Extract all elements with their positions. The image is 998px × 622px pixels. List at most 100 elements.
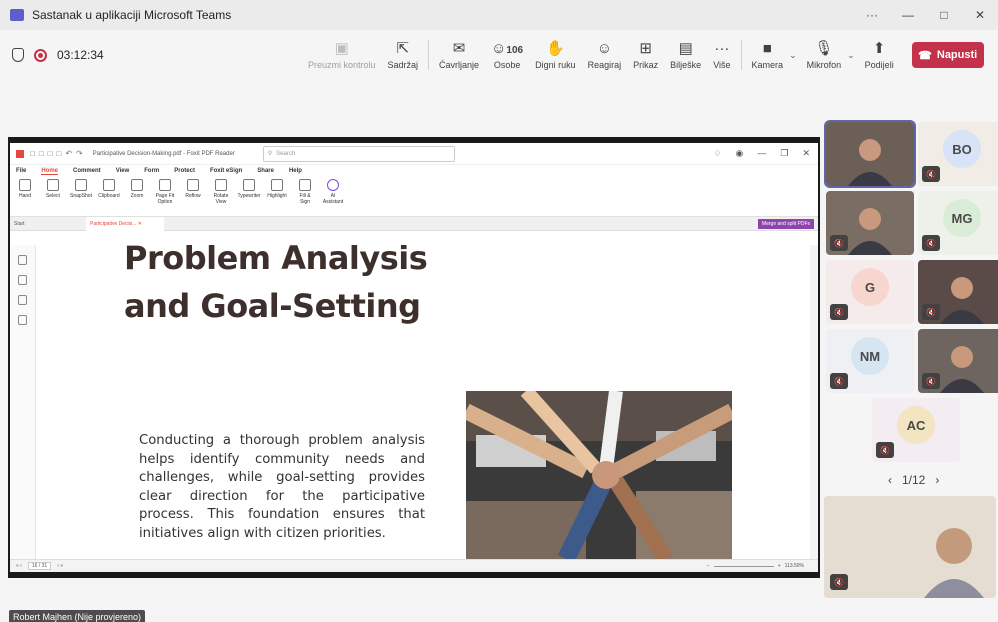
teamwork-photo: [466, 391, 732, 559]
people-button[interactable]: ☺106 Osobe: [485, 33, 529, 77]
nav-first-prev-icon[interactable]: « ‹: [16, 563, 22, 569]
merge-split-button[interactable]: Merge and split PDFs: [757, 218, 814, 229]
pager-next-icon[interactable]: ›: [935, 473, 939, 487]
participant-tile[interactable]: [824, 120, 916, 188]
participant-tile[interactable]: AC 🔇: [872, 398, 960, 462]
camera-button[interactable]: ■ Kamera: [746, 33, 790, 77]
leave-button[interactable]: ☎ Napusti: [911, 42, 984, 68]
more-button[interactable]: ··· Više: [707, 33, 736, 77]
foxit-menu-item[interactable]: File: [16, 168, 26, 174]
presenter-name: Robert Majhen (Nije provjereno): [13, 612, 142, 622]
foxit-menu: File Home Comment View Form Protect Foxit eSig…: [10, 165, 818, 177]
ribbon-button[interactable]: Typewriter: [237, 179, 261, 199]
mic-muted-icon: 🔇: [922, 304, 940, 320]
shared-screen: □□□□↶↷ Participative Decision-Making.pdf…: [8, 137, 820, 578]
ribbon-button[interactable]: AI Assistant: [322, 179, 344, 205]
foxit-ribbon: Hand Select SnapShot Clipboard Zoom Page Fit …: [10, 177, 818, 217]
close-button[interactable]: ✕: [962, 8, 998, 22]
ribbon-button[interactable]: Select: [42, 179, 64, 199]
ribbon-label: Reflow: [185, 193, 201, 199]
slide-heading-line1: Problem Analysis: [124, 245, 428, 277]
foxit-minimize-icon[interactable]: —: [757, 148, 766, 159]
foxit-menu-item[interactable]: Foxit eSign: [210, 168, 242, 174]
participant-tile[interactable]: MG 🔇: [918, 191, 998, 255]
mic-muted-icon: 🔇: [830, 373, 848, 389]
minimize-button[interactable]: —: [890, 8, 926, 22]
mic-muted-icon: 🎙: [814, 40, 834, 57]
foxit-search[interactable]: ⚲ Search: [262, 145, 455, 162]
zoom-out-icon[interactable]: −: [707, 563, 710, 569]
content-button[interactable]: ⇱ Sadržaj: [382, 33, 425, 77]
ribbon-button[interactable]: Reflow: [182, 179, 204, 199]
ribbon-button[interactable]: Hand: [14, 179, 36, 199]
ribbon-button[interactable]: Zoom: [126, 179, 148, 199]
ribbon-button[interactable]: Page Fit Option: [154, 179, 176, 205]
chat-label: Ćavrljanje: [439, 60, 480, 70]
camera-options-chevron-icon[interactable]: ⌄: [789, 50, 797, 61]
mic-muted-icon: 🔇: [922, 166, 940, 182]
bell-icon[interactable]: ♢: [713, 148, 721, 159]
ribbon-tool-icon: [243, 179, 255, 191]
zoom-control[interactable]: − + 113.50%: [707, 563, 804, 569]
ribbon-button[interactable]: Highlight: [266, 179, 288, 199]
react-label: Reagiraj: [587, 60, 622, 70]
participant-tile[interactable]: BO 🔇: [918, 122, 998, 186]
react-button[interactable]: ☺ Reagiraj: [582, 33, 628, 77]
zoom-value[interactable]: 113.50%: [785, 563, 804, 569]
participant-video: [848, 139, 892, 186]
foxit-menu-item[interactable]: Home: [41, 168, 59, 175]
notes-button[interactable]: ▤ Bilješke: [664, 33, 707, 77]
zoom-in-icon[interactable]: +: [778, 563, 781, 569]
foxit-menu-item[interactable]: View: [116, 168, 130, 174]
nav-next-last-icon[interactable]: › »: [57, 563, 63, 569]
ribbon-label: Hand: [19, 193, 31, 199]
ribbon-button[interactable]: Fill & Sign: [294, 179, 316, 205]
participant-tile[interactable]: NM 🔇: [826, 329, 914, 393]
view-button[interactable]: ⊞ Prikaz: [627, 33, 664, 77]
participant-tile[interactable]: 🔇: [918, 329, 998, 393]
ribbon-button[interactable]: SnapShot: [70, 179, 92, 199]
attachment-icon[interactable]: [18, 315, 27, 325]
foxit-menu-item[interactable]: Comment: [73, 168, 101, 174]
raise-hand-button[interactable]: ✋ Digni ruku: [529, 33, 582, 77]
foxit-menu-item[interactable]: Protect: [174, 168, 195, 174]
account-icon[interactable]: ◉: [736, 148, 744, 159]
mic-label: Mikrofon: [806, 60, 842, 70]
foxit-menu-item[interactable]: Form: [144, 168, 159, 174]
pager-prev-icon[interactable]: ‹: [888, 473, 892, 487]
pdf-vertical-scrollbar[interactable]: [810, 245, 818, 559]
grid-icon: ⊞: [639, 40, 652, 57]
foxit-menu-item[interactable]: Share: [257, 168, 274, 174]
ribbon-button[interactable]: Rotate View: [210, 179, 232, 205]
pdf-page: Problem Analysis and Goal-Setting Conduc…: [40, 245, 810, 559]
more-label: Više: [713, 60, 731, 70]
foxit-tabs: Start Participative Decisi... ✕ Merge an…: [10, 216, 818, 231]
gallery-pager: ‹ 1/12 ›: [888, 473, 939, 487]
foxit-menu-item[interactable]: Help: [289, 168, 302, 174]
participant-tile[interactable]: G 🔇: [826, 260, 914, 324]
pages-icon[interactable]: [18, 275, 27, 285]
page-indicator[interactable]: 16 / 31: [27, 562, 52, 570]
chat-button[interactable]: ✉ Ćavrljanje: [433, 33, 485, 77]
tab-document[interactable]: Participative Decisi... ✕: [86, 216, 164, 231]
take-control-button[interactable]: ▣ Preuzmi kontrolu: [302, 33, 382, 77]
view-label: Prikaz: [633, 60, 659, 70]
bookmark-icon[interactable]: [18, 255, 27, 265]
mic-button[interactable]: 🎙 Mikrofon: [801, 33, 848, 77]
participant-tile[interactable]: 🔇: [918, 260, 998, 324]
ribbon-tool-icon: [75, 179, 87, 191]
zoom-slider[interactable]: [713, 565, 774, 567]
more-options-button[interactable]: ···: [854, 8, 890, 22]
foxit-restore-icon[interactable]: ❐: [780, 148, 788, 159]
participant-tile[interactable]: 🔇: [826, 191, 914, 255]
maximize-button[interactable]: □: [926, 8, 962, 22]
share-button[interactable]: ⬆ Podijeli: [859, 33, 900, 77]
ribbon-label: Page Fit Option: [155, 193, 175, 205]
mic-options-chevron-icon[interactable]: ⌄: [847, 50, 855, 61]
self-view-tile[interactable]: 🔇: [824, 496, 996, 598]
smiley-icon: ☺: [596, 40, 613, 57]
foxit-close-icon[interactable]: ✕: [802, 148, 810, 159]
tab-start[interactable]: Start: [10, 221, 86, 227]
comments-icon[interactable]: [18, 295, 27, 305]
ribbon-button[interactable]: Clipboard: [98, 179, 120, 199]
